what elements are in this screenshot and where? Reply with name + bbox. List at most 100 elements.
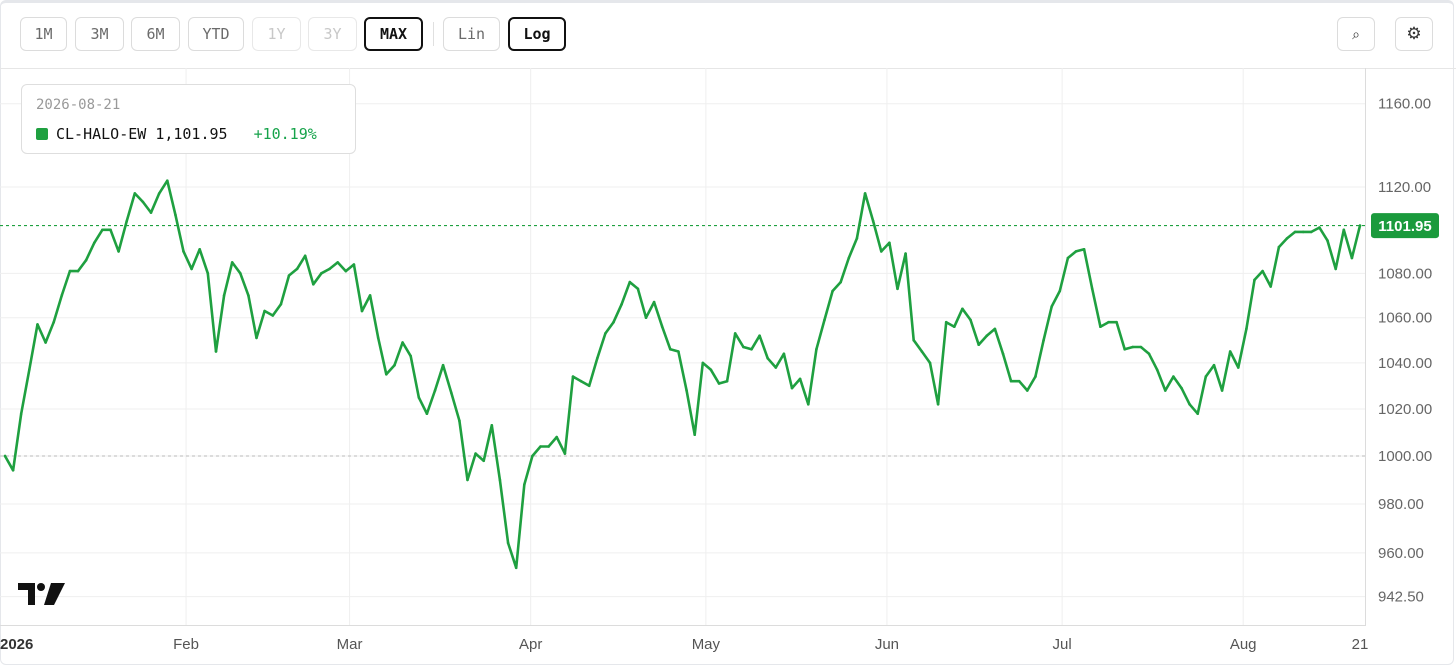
data-point xyxy=(433,389,437,392)
data-point xyxy=(230,261,234,264)
data-point xyxy=(1301,230,1305,234)
legend-tooltip: 2026-08-21 CL-HALO-EW 1,101.95 +10.19% xyxy=(21,84,356,154)
data-point xyxy=(660,325,664,329)
data-point xyxy=(247,294,250,297)
data-point xyxy=(1326,239,1329,242)
data-point xyxy=(523,483,526,487)
data-point xyxy=(1204,375,1208,378)
data-point xyxy=(482,459,486,463)
data-point xyxy=(669,348,672,351)
x-tick-label: 2026 xyxy=(0,636,33,653)
series-line xyxy=(3,179,1362,570)
data-point xyxy=(417,396,421,399)
data-point xyxy=(1034,375,1037,378)
data-point xyxy=(401,341,404,344)
data-point xyxy=(1342,228,1346,232)
data-point xyxy=(1237,366,1240,369)
legend-series-row: CL-HALO-EW 1,101.95 +10.19% xyxy=(36,125,317,143)
data-point xyxy=(612,320,615,324)
data-point xyxy=(1131,345,1135,349)
y-tick-label: 1020.00 xyxy=(1378,401,1432,418)
data-point xyxy=(928,361,932,365)
data-point xyxy=(425,412,429,416)
data-point xyxy=(1358,224,1362,227)
data-point xyxy=(766,357,769,360)
x-tick-label: Mar xyxy=(337,636,363,653)
data-point xyxy=(855,237,859,240)
data-point xyxy=(60,294,64,297)
y-tick-label: 942.50 xyxy=(1378,589,1424,606)
data-point xyxy=(295,267,299,271)
data-point xyxy=(1220,389,1224,392)
data-point xyxy=(450,391,453,395)
data-point xyxy=(652,300,656,304)
data-point xyxy=(52,320,55,324)
data-point xyxy=(579,379,583,383)
data-point xyxy=(441,363,445,367)
data-point xyxy=(936,403,940,406)
data-point xyxy=(750,348,753,351)
data-point xyxy=(1253,278,1256,282)
data-point xyxy=(36,323,39,326)
data-point xyxy=(636,287,640,291)
data-point xyxy=(531,454,534,458)
data-point xyxy=(709,368,713,372)
legend-symbol: CL-HALO-EW xyxy=(56,125,147,143)
tradingview-logo[interactable] xyxy=(18,582,66,606)
data-point xyxy=(1147,352,1151,356)
data-point xyxy=(961,307,964,311)
data-point xyxy=(368,294,372,297)
data-point xyxy=(823,318,826,322)
data-point xyxy=(782,352,786,356)
data-point xyxy=(733,332,737,335)
data-point xyxy=(742,345,745,349)
data-point xyxy=(644,316,648,320)
data-point xyxy=(1009,379,1013,383)
data-point xyxy=(1107,320,1110,324)
data-point xyxy=(677,350,680,353)
data-point xyxy=(920,350,924,353)
data-point xyxy=(993,327,997,331)
data-point xyxy=(1139,345,1143,349)
data-point xyxy=(409,354,413,358)
data-point xyxy=(888,241,891,245)
data-point xyxy=(1058,289,1062,293)
data-point xyxy=(725,379,729,383)
data-point xyxy=(620,303,623,306)
data-point xyxy=(871,219,875,223)
data-point xyxy=(847,256,851,260)
data-point xyxy=(904,252,907,255)
data-point xyxy=(222,294,226,297)
data-point xyxy=(466,478,469,482)
data-point xyxy=(1285,237,1289,240)
data-point xyxy=(896,287,899,291)
data-point xyxy=(239,272,242,275)
data-point xyxy=(1050,305,1053,308)
data-point xyxy=(1066,256,1070,260)
data-point xyxy=(1261,269,1264,273)
data-point xyxy=(214,350,218,353)
data-point xyxy=(506,541,510,545)
data-point xyxy=(944,320,948,324)
data-point xyxy=(604,332,607,335)
y-tick-label: 1120.00 xyxy=(1378,179,1431,196)
data-point xyxy=(28,368,31,372)
data-point xyxy=(1318,226,1321,229)
data-point xyxy=(628,280,632,284)
data-point xyxy=(977,343,980,347)
x-tick-label: Feb xyxy=(173,636,199,653)
data-point xyxy=(953,325,956,329)
x-tick-label: Jul xyxy=(1053,636,1072,653)
data-point xyxy=(1172,375,1175,378)
data-point xyxy=(109,228,112,232)
data-point xyxy=(303,254,307,258)
data-point xyxy=(717,382,721,385)
y-tick-label: 1040.00 xyxy=(1378,355,1432,372)
data-point xyxy=(774,366,778,369)
data-point xyxy=(807,403,810,406)
data-point xyxy=(44,341,47,344)
legend-change: +10.19% xyxy=(253,125,317,143)
data-point xyxy=(76,269,80,273)
data-point xyxy=(985,334,989,338)
data-point xyxy=(68,269,72,273)
